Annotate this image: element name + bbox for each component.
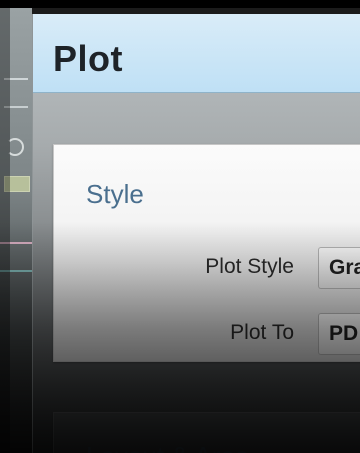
style-section: Style Plot Style Gra Plot To PD: [53, 144, 360, 362]
layout-area-section-title: Layout & Area: [86, 441, 249, 453]
panel-title: Plot: [53, 38, 123, 79]
plot-to-dropdown[interactable]: PD: [318, 313, 360, 355]
screen: Plot Style Plot Style Gra Plot To PD Lay…: [0, 8, 360, 453]
shadow-edge: [0, 8, 10, 453]
plot-style-dropdown[interactable]: Gra: [318, 247, 360, 289]
style-section-title: Style: [86, 179, 144, 209]
plot-to-label: Plot To: [230, 321, 294, 344]
plot-style-label: Plot Style: [205, 255, 294, 278]
plot-panel: Plot Style Plot Style Gra Plot To PD Lay…: [32, 14, 360, 453]
layout-area-section[interactable]: Layout & Area: [53, 412, 360, 453]
panel-header: Plot: [33, 14, 360, 93]
